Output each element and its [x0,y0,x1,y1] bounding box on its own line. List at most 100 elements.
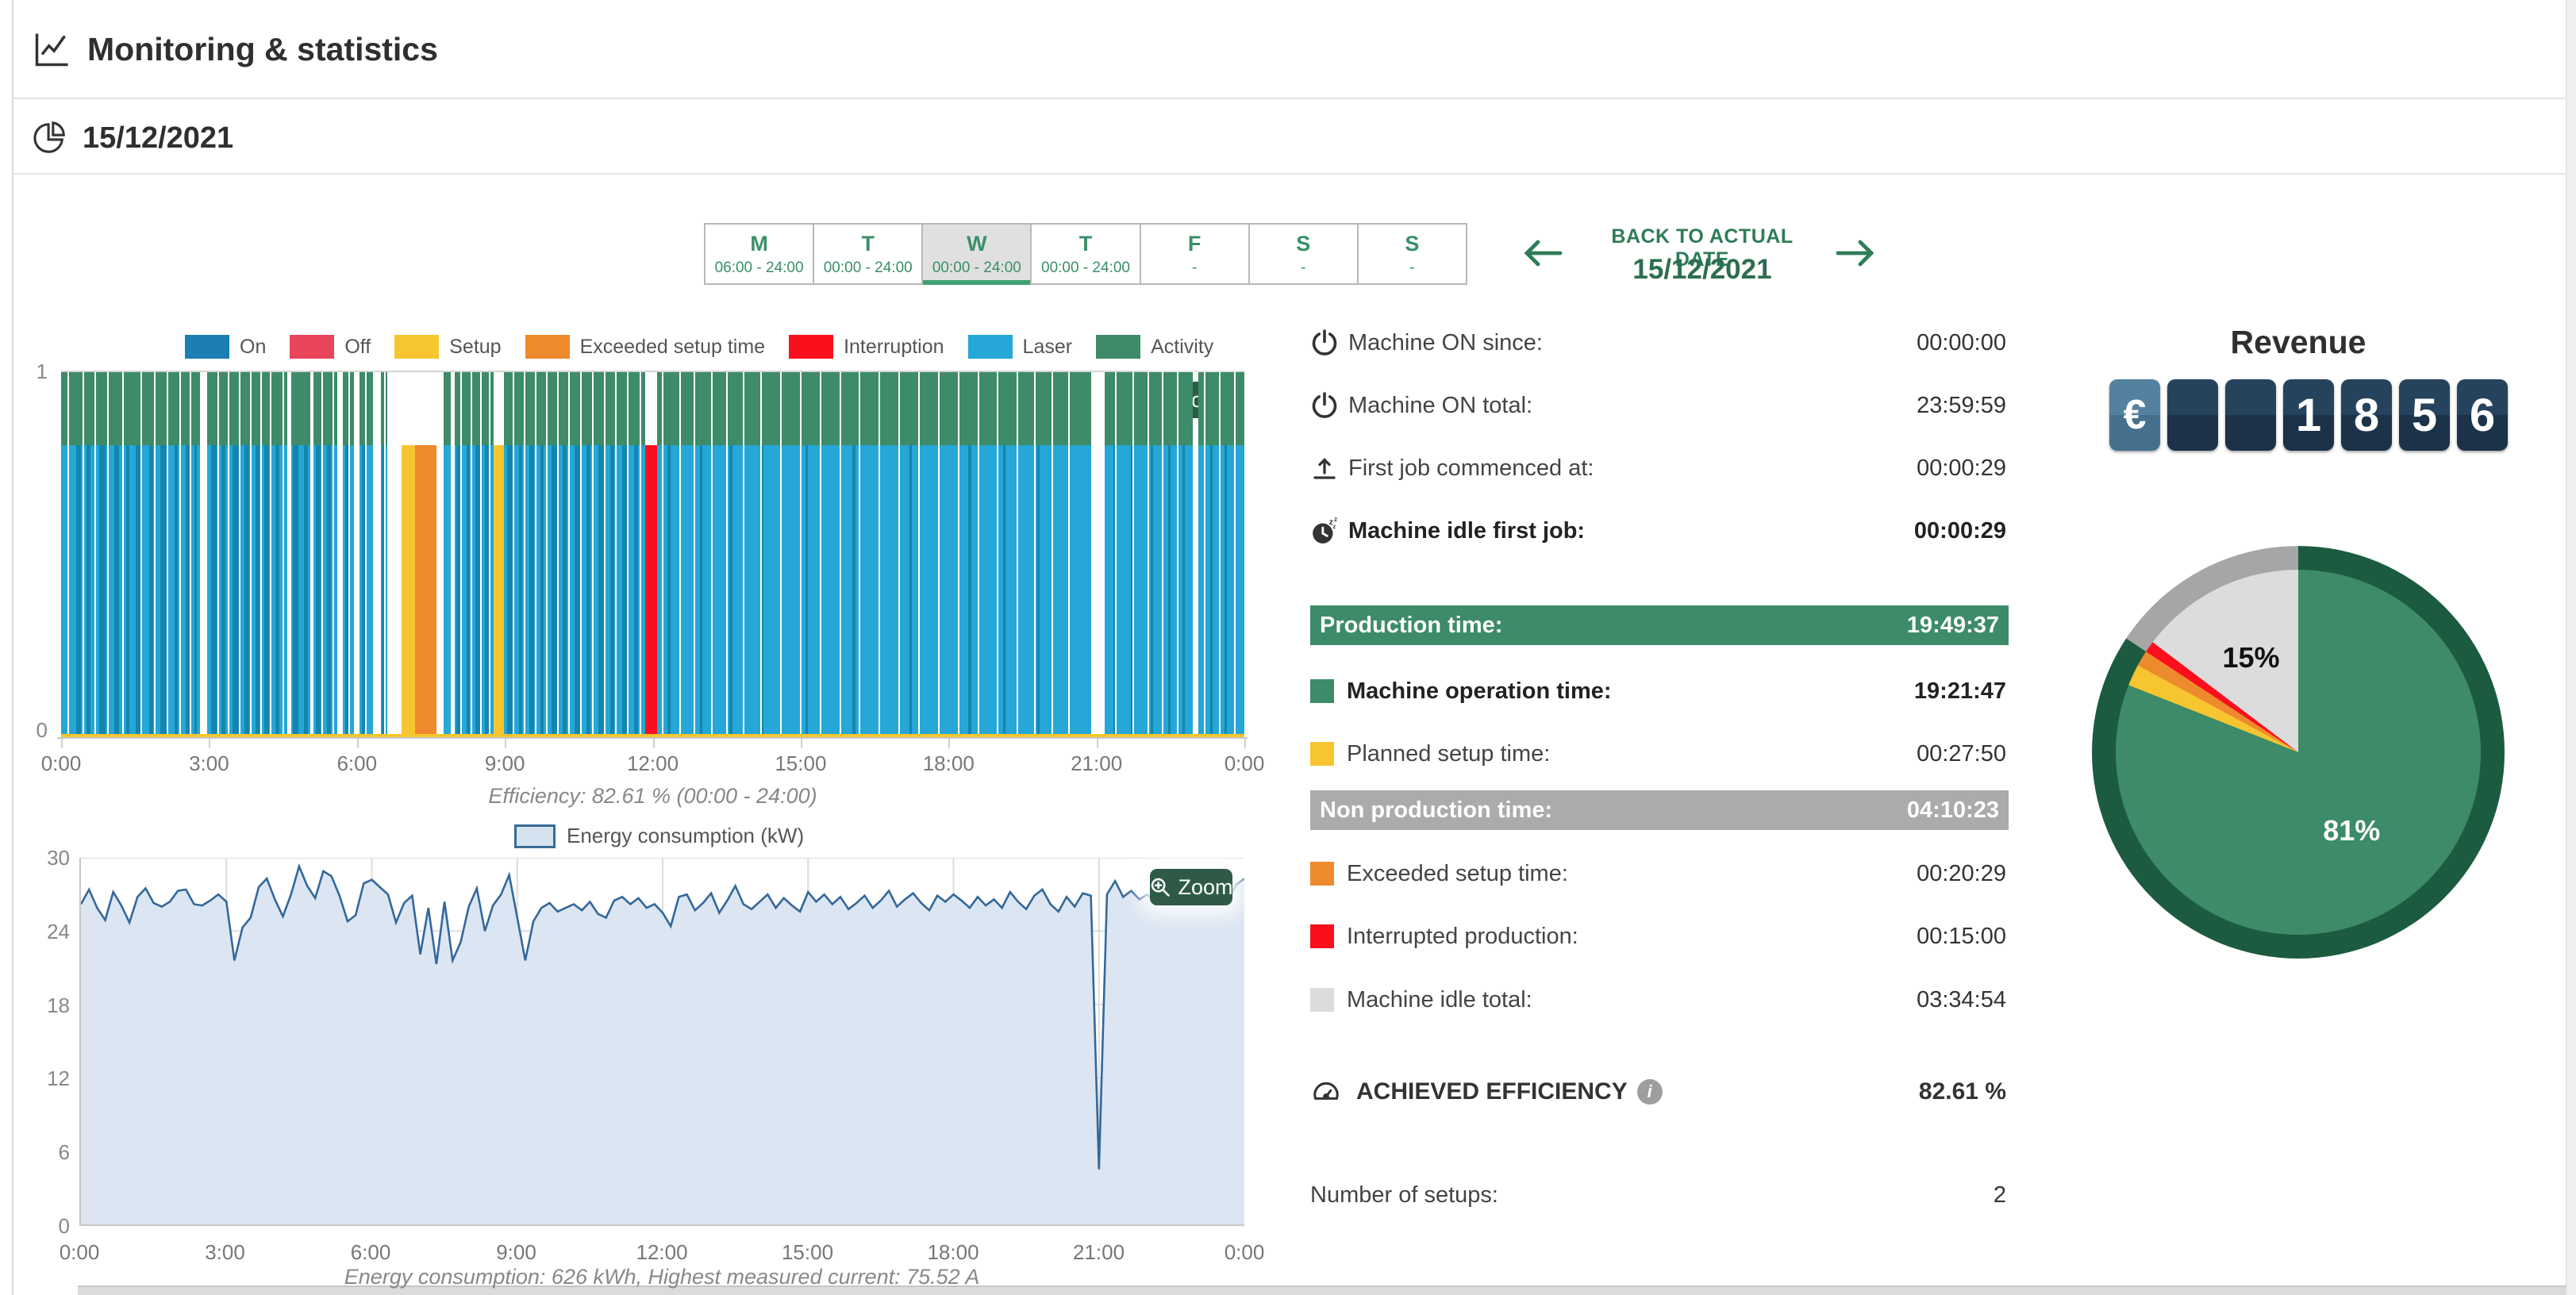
energy-zoom-button[interactable]: Zoom [1150,869,1232,905]
day-hours: 00:00 - 24:00 [824,259,913,277]
timeline-hairline-gap [179,372,181,737]
week-day-w-2[interactable]: W00:00 - 24:00 [923,225,1032,283]
legend-label: Activity [1151,336,1213,359]
timeline-hairline-gap [938,372,940,737]
timeline-hairline-gap [535,372,536,737]
production-share-pie-chart: 81%15% [2092,546,2505,959]
timeline-segment [1168,445,1171,737]
x-tick-label: 21:00 [1071,751,1122,776]
week-day-m-0[interactable]: M06:00 - 24:00 [706,225,814,283]
timeline-hairline-gap [568,372,570,737]
timeline-segment [256,445,259,737]
exceeded_setup-swatch [1310,862,1334,886]
timeline-hairline-gap [260,372,262,737]
idle-swatch [1310,988,1334,1012]
stat-row-top-3: zzzMachine idle first job:00:00:29 [1310,512,2009,550]
info-icon[interactable]: i [1637,1079,1663,1105]
timeline-segment [444,372,451,445]
vertical-scrollbar[interactable] [2566,0,2576,1295]
timeline-hairline-gap [726,372,728,737]
timeline-segment [634,445,638,737]
week-day-s-6[interactable]: S- [1359,225,1466,283]
timeline-hairline-gap [333,372,334,737]
timeline-hairline-gap [524,372,525,737]
energy-legend-swatch [514,824,556,848]
timeline-hairline-gap [557,372,559,737]
energy-x-label: 21:00 [1073,1240,1125,1265]
timeline-segment [316,445,321,737]
timeline-segment [114,445,119,737]
energy-legend-item[interactable]: Energy consumption (kW) [514,824,804,848]
day-letter: S [1405,232,1419,256]
stat-value: 00:00:00 [1917,330,2006,356]
timeline-segment [207,372,287,445]
legend-item-exceeded_setup[interactable]: Exceeded setup time [525,335,765,359]
day-letter: F [1188,232,1201,256]
timeline-hairline-gap [1034,372,1036,737]
energy-y-label: 0 [22,1214,70,1239]
revenue-digit-tile-3: 1 [2283,379,2334,451]
timeline-hairline-gap [1162,372,1163,737]
legend-item-activity[interactable]: Activity [1096,335,1213,359]
energy-x-label: 9:00 [496,1240,536,1265]
stat-value: 00:27:50 [1917,741,2006,767]
day-letter: W [967,232,986,256]
stat-value: 00:00:29 [1914,518,2006,544]
previous-day-arrow-icon[interactable] [1522,236,1563,270]
timeline-segment [519,445,523,737]
date-divider [13,173,2566,175]
legend-item-off[interactable]: Off [290,335,371,359]
x-tick-mark [948,739,950,748]
energy-y-label: 6 [22,1140,70,1165]
timeline-segment [586,445,590,737]
legend-item-setup[interactable]: Setup [394,335,501,359]
magnifier-plus-icon [1149,876,1171,898]
timeline-hairline-gap [107,372,109,737]
energy-consumption-chart[interactable] [79,858,1244,1226]
revenue-title: Revenue [2092,324,2505,361]
x-tick-label: 6:00 [336,751,377,776]
energy-x-label: 3:00 [205,1240,245,1265]
next-day-arrow-icon[interactable] [1835,236,1876,270]
timeline-hairline-gap [250,372,252,737]
timeline-segment [540,445,544,737]
timeline-segment [1225,445,1227,737]
day-letter: S [1296,232,1310,256]
day-letter: M [750,232,768,256]
week-day-s-5[interactable]: S- [1250,225,1359,283]
legend-item-laser[interactable]: Laser [968,335,1073,359]
x-tick-label: 3:00 [189,751,229,776]
timeline-segment [494,445,503,737]
page-title: Monitoring & statistics [87,31,438,68]
timeline-hairline-gap [743,372,744,737]
timeline-hairline-gap [879,372,880,737]
energy-x-label: 18:00 [927,1240,978,1265]
legend-item-interruption[interactable]: Interruption [789,335,944,359]
timeline-hairline-gap [918,372,920,737]
stat-value: 19:21:47 [1914,678,2006,705]
timeline-hairline-gap [1177,372,1178,737]
timeline-segment [909,445,912,737]
timeline-hairline-gap [480,372,482,737]
machine-state-timeline-chart[interactable] [61,371,1244,737]
stat-label: Interrupted production: [1347,924,1578,950]
stat-label: Exceeded setup time: [1347,861,1568,887]
week-day-t-1[interactable]: T 00:00 - 24:00 [814,225,923,283]
week-day-f-4[interactable]: F- [1141,225,1250,283]
timeline-segment [99,445,105,737]
efficiency-caption: Efficiency: 82.61 % (00:00 - 24:00) [61,784,1244,809]
non-production-time-banner: Non production time:04:10:23 [1310,790,2009,830]
stat-value: 2 [1994,1182,2006,1209]
timeline-hairline-gap [489,372,490,737]
revenue-counter: €1856 [2109,379,2508,451]
revenue-digit-tile-5: 5 [2399,379,2450,451]
timeline-segment [529,445,534,737]
timeline-hairline-gap [780,372,782,737]
legend-label: On [240,336,266,359]
timeline-segment [455,372,1092,445]
stat-row-top-2: First job commenced at:00:00:29 [1310,449,2009,487]
week-day-t-3[interactable]: T00:00 - 24:00 [1032,225,1140,283]
day-letter: T [861,232,875,256]
legend-item-on[interactable]: On [185,335,266,359]
stat-label: Machine operation time: [1347,678,1612,705]
